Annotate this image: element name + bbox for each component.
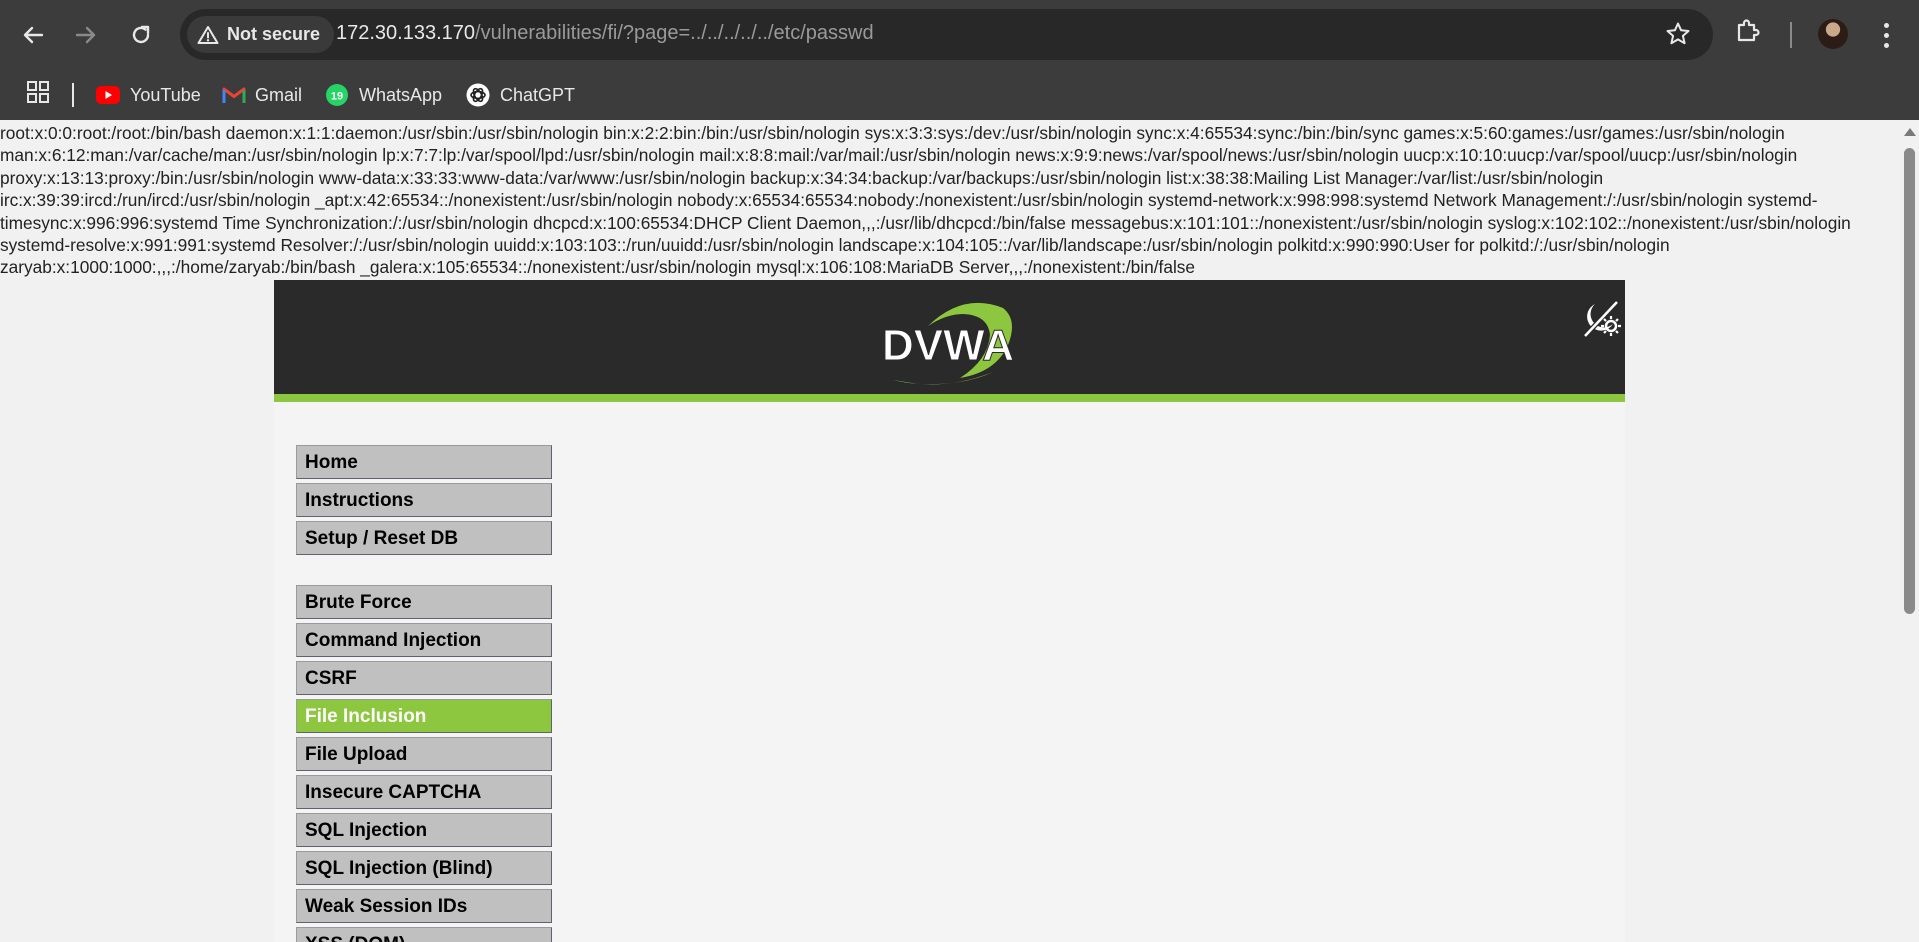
- bookmarks-separator: [72, 83, 74, 107]
- whatsapp-icon: 19: [326, 84, 348, 106]
- bookmark-whatsapp[interactable]: 19 WhatsApp: [324, 79, 442, 111]
- menu-item-sql-injection[interactable]: SQL Injection: [296, 813, 552, 847]
- menu-item-xss-dom[interactable]: XSS (DOM): [296, 927, 552, 942]
- menu-item-home[interactable]: Home: [296, 445, 552, 479]
- browser-chrome: Not secure 172.30.133.170/vulnerabilitie…: [0, 0, 1919, 120]
- apps-grid-button[interactable]: [26, 80, 50, 109]
- scrollbar-thumb[interactable]: [1904, 148, 1915, 614]
- chatgpt-icon: [466, 83, 490, 107]
- menu-item-weak-session-ids[interactable]: Weak Session IDs: [296, 889, 552, 923]
- browser-menu-button[interactable]: [1876, 18, 1896, 52]
- bookmark-chatgpt[interactable]: ChatGPT: [465, 79, 575, 111]
- warning-icon: [197, 25, 219, 44]
- menu-spacer: [296, 559, 552, 585]
- arrow-right-icon: [75, 26, 96, 44]
- page-content: root:x:0:0:root:/root:/bin/bash daemon:x…: [0, 120, 1900, 942]
- star-icon: [1666, 22, 1690, 45]
- bookmark-star-button[interactable]: [1665, 21, 1691, 52]
- dvwa-container: DVWA Home Instructions Setup / Reset DB …: [274, 280, 1625, 942]
- bookmark-youtube[interactable]: YouTube: [95, 79, 201, 111]
- menu-item-file-upload[interactable]: File Upload: [296, 737, 552, 771]
- menu-item-command-injection[interactable]: Command Injection: [296, 623, 552, 657]
- menu-item-brute-force[interactable]: Brute Force: [296, 585, 552, 619]
- url-host: 172.30.133.170: [336, 22, 476, 44]
- menu-item-setup[interactable]: Setup / Reset DB: [296, 521, 552, 555]
- included-file-output: root:x:0:0:root:/root:/bin/bash daemon:x…: [0, 123, 1851, 278]
- extensions-button[interactable]: [1735, 17, 1761, 48]
- menu-item-sql-injection-blind[interactable]: SQL Injection (Blind): [296, 851, 552, 885]
- menu-item-file-inclusion[interactable]: File Inclusion: [296, 699, 552, 733]
- main-menu: Home Instructions Setup / Reset DB Brute…: [296, 445, 552, 942]
- youtube-icon: [96, 86, 120, 104]
- bookmarks-bar: YouTube Gmail 19 WhatsApp ChatGPT: [0, 70, 1919, 120]
- apps-grid-icon: [27, 81, 49, 103]
- bookmark-label: WhatsApp: [359, 84, 443, 105]
- page-scrollbar[interactable]: [1900, 120, 1919, 942]
- theme-toggle-icon[interactable]: [1579, 296, 1623, 340]
- address-bar[interactable]: Not secure 172.30.133.170/vulnerabilitie…: [180, 9, 1713, 60]
- security-chip[interactable]: Not secure: [187, 16, 335, 53]
- forward-button[interactable]: [66, 15, 106, 55]
- dvwa-logo: DVWA: [882, 302, 1015, 385]
- scroll-up-arrow-icon[interactable]: [1904, 128, 1916, 136]
- puzzle-icon: [1737, 19, 1760, 42]
- url-path: /vulnerabilities/fi/?page=../../../../..…: [475, 22, 874, 44]
- whatsapp-badge-count: 19: [331, 91, 343, 103]
- bookmark-label: YouTube: [130, 84, 201, 105]
- bookmark-label: ChatGPT: [500, 84, 576, 105]
- url-text[interactable]: 172.30.133.170/vulnerabilities/fi/?page=…: [336, 22, 874, 45]
- menu-item-csrf[interactable]: CSRF: [296, 661, 552, 695]
- dvwa-header: DVWA: [274, 280, 1625, 402]
- gmail-icon: [222, 87, 246, 103]
- logo-text: DVWA: [882, 321, 1014, 370]
- bookmark-label: Gmail: [255, 84, 303, 105]
- reload-button[interactable]: [121, 15, 161, 55]
- menu-item-insecure-captcha[interactable]: Insecure CAPTCHA: [296, 775, 552, 809]
- dot-icon: [1883, 32, 1889, 38]
- browser-toolbar: Not secure 172.30.133.170/vulnerabilitie…: [0, 0, 1919, 70]
- toolbar-divider: [1790, 22, 1792, 48]
- arrow-left-icon: [23, 26, 44, 44]
- dot-icon: [1883, 42, 1889, 48]
- bookmark-gmail[interactable]: Gmail: [222, 79, 302, 111]
- profile-avatar[interactable]: [1818, 19, 1848, 49]
- menu-item-instructions[interactable]: Instructions: [296, 483, 552, 517]
- security-label: Not secure: [227, 24, 321, 44]
- dot-icon: [1883, 22, 1889, 28]
- back-button[interactable]: [13, 15, 53, 55]
- reload-icon: [132, 25, 150, 44]
